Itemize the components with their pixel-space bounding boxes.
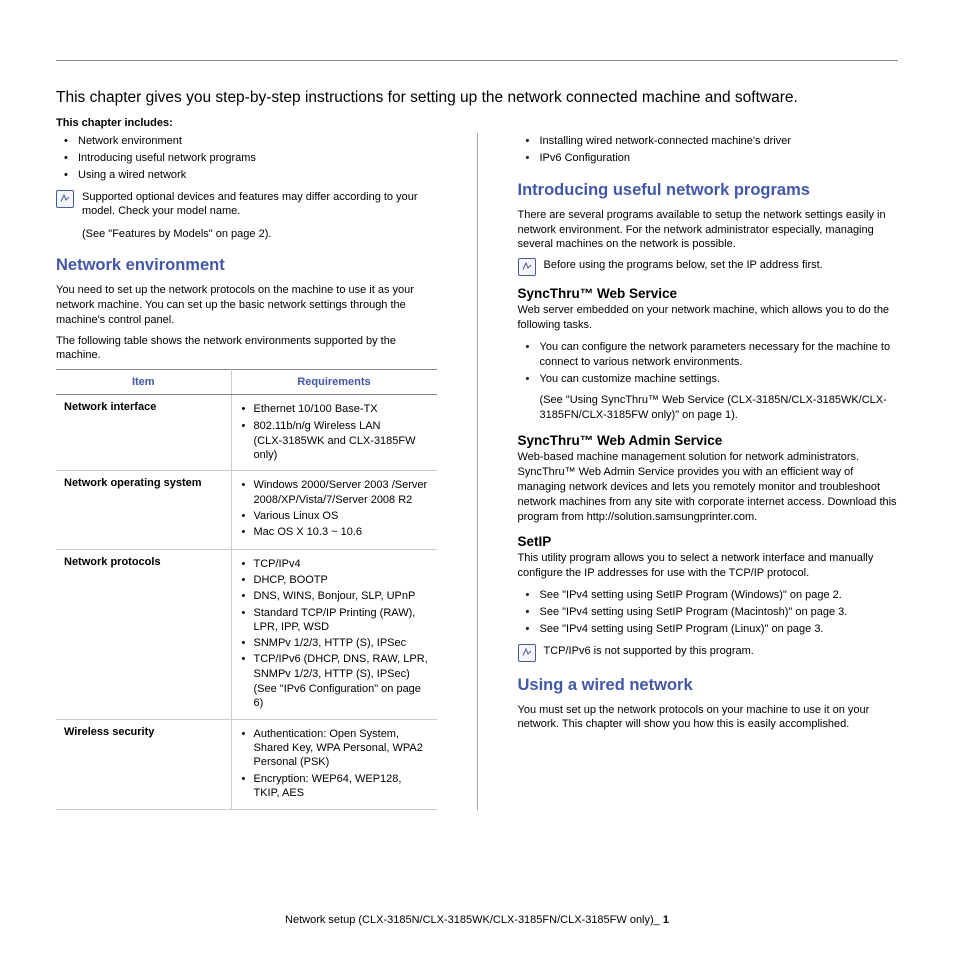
sub-syncthru-web: SyncThru™ Web Service [518,286,899,301]
row-label: Wireless security [56,719,231,809]
row-value: Authentication: Open System, Shared Key,… [231,719,437,809]
list-item: See "IPv4 setting using SetIP Program (W… [540,587,899,604]
footer-text: Network setup (CLX-3185N/CLX-3185WK/CLX-… [285,914,660,926]
req-item: SNMPv 1/2/3, HTTP (S), IPSec [254,635,429,651]
content-columns: Network environment Introducing useful n… [56,133,898,810]
req-item: TCP/IPv6 (DHCP, DNS, RAW, LPR, SNMPv 1/2… [254,651,429,682]
note-subtext: (See "Features by Models" on page 2). [82,227,437,242]
env-para1: You need to set up the network protocols… [56,283,437,328]
req-item: Windows 2000/Server 2003 /Server 2008/XP… [254,477,429,508]
list-item: You can customize machine settings. [540,371,899,388]
section-programs: Introducing useful network programs [518,181,899,200]
note-icon [518,258,536,276]
toc-item: Installing wired network-connected machi… [540,133,899,150]
req-item: 802.11b/n/g Wireless LAN [254,418,429,434]
list-item: You can configure the network parameters… [540,339,899,371]
left-column: Network environment Introducing useful n… [56,133,437,810]
note-text: Supported optional devices and features … [82,190,437,220]
syncadmin-desc: Web-based machine management solution fo… [518,450,899,524]
wired-desc: You must set up the network protocols on… [518,703,899,733]
row-value: Windows 2000/Server 2003 /Server 2008/XP… [231,471,437,549]
list-item: See "IPv4 setting using SetIP Program (M… [540,604,899,621]
column-divider [477,133,478,810]
row-label: Network interface [56,395,231,471]
note-icon [518,644,536,662]
req-subline: (See "IPv6 Configuration" on page 6) [240,682,429,711]
row-label: Network protocols [56,549,231,719]
section-wired: Using a wired network [518,676,899,695]
toc-item: Introducing useful network programs [78,150,437,167]
table-row: Wireless security Authentication: Open S… [56,719,437,809]
table-row: Network operating system Windows 2000/Se… [56,471,437,549]
syncweb-desc: Web server embedded on your network mach… [518,303,899,333]
note-block: Supported optional devices and features … [56,190,437,220]
toc-left: Network environment Introducing useful n… [56,133,437,184]
right-column: Installing wired network-connected machi… [518,133,899,810]
row-value: TCP/IPv4 DHCP, BOOTP DNS, WINS, Bonjour,… [231,549,437,719]
table-row: Network protocols TCP/IPv4 DHCP, BOOTP D… [56,549,437,719]
toc-item: IPv6 Configuration [540,150,899,167]
list-item: See "IPv4 setting using SetIP Program (L… [540,621,899,638]
env-para2: The following table shows the network en… [56,334,437,364]
req-item: Ethernet 10/100 Base-TX [254,401,429,417]
includes-label: This chapter includes: [56,117,898,129]
req-item: Authentication: Open System, Shared Key,… [254,726,429,771]
table-row: Network interface Ethernet 10/100 Base-T… [56,395,437,471]
note-icon [56,190,74,208]
th-item: Item [56,370,231,395]
page-footer: Network setup (CLX-3185N/CLX-3185WK/CLX-… [0,914,954,926]
row-value: Ethernet 10/100 Base-TX 802.11b/n/g Wire… [231,395,437,471]
req-item: Encryption: WEP64, WEP128, TKIP, AES [254,771,429,802]
req-item: Standard TCP/IP Printing (RAW), LPR, IPP… [254,605,429,636]
note-block: Before using the programs below, set the… [518,258,899,276]
note-text: Before using the programs below, set the… [544,258,823,273]
note-text: TCP/IPv6 is not supported by this progra… [544,644,754,659]
th-requirements: Requirements [231,370,437,395]
req-subline: (CLX-3185WK and CLX-3185FW only) [240,434,429,463]
programs-intro: There are several programs available to … [518,208,899,253]
row-label: Network operating system [56,471,231,549]
note-block: TCP/IPv6 is not supported by this progra… [518,644,899,662]
req-item: Various Linux OS [254,508,429,524]
req-item: Mac OS X 10.3 ~ 10.6 [254,524,429,540]
chapter-intro: This chapter gives you step-by-step inst… [56,89,898,107]
page-number: 1 [663,914,669,926]
section-network-environment: Network environment [56,256,437,275]
syncweb-sub: (See "Using SyncThru™ Web Service (CLX-3… [518,393,899,423]
top-rule [56,60,898,61]
toc-right: Installing wired network-connected machi… [518,133,899,167]
toc-item: Using a wired network [78,167,437,184]
req-item: DNS, WINS, Bonjour, SLP, UPnP [254,588,429,604]
req-item: TCP/IPv4 [254,556,429,572]
req-item: DHCP, BOOTP [254,572,429,588]
requirements-table: Item Requirements Network interface Ethe… [56,369,437,810]
sub-setip: SetIP [518,534,899,549]
setip-list: See "IPv4 setting using SetIP Program (W… [518,587,899,638]
syncweb-list: You can configure the network parameters… [518,339,899,388]
sub-syncthru-admin: SyncThru™ Web Admin Service [518,433,899,448]
setip-desc: This utility program allows you to selec… [518,551,899,581]
toc-item: Network environment [78,133,437,150]
